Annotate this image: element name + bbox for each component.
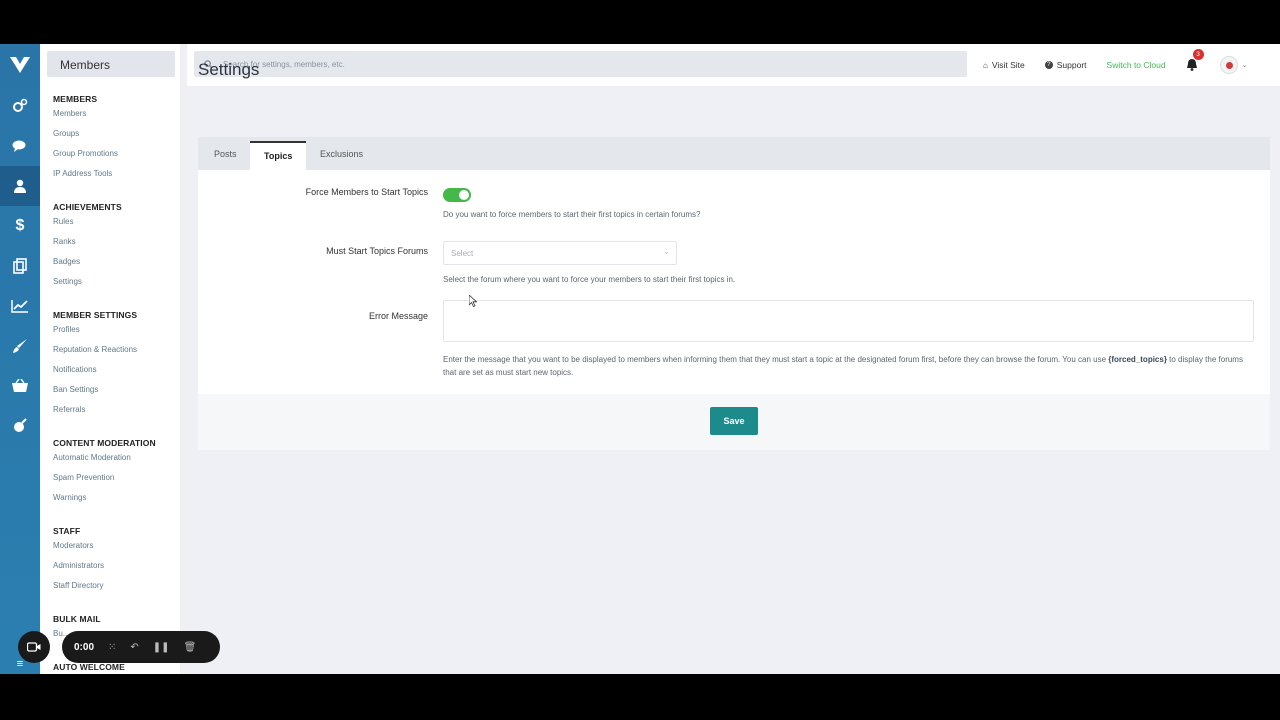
nav-section-title: CONTENT MODERATION bbox=[53, 438, 156, 448]
sidebar-item[interactable]: Ban Settings bbox=[53, 385, 183, 405]
dollar-icon[interactable]: $ bbox=[0, 206, 40, 246]
undo-icon[interactable]: ↶ bbox=[130, 642, 138, 653]
app-logo[interactable] bbox=[0, 44, 40, 86]
sidebar-item[interactable]: IP Address Tools bbox=[53, 169, 183, 189]
sidebar-item[interactable]: Moderators bbox=[53, 541, 183, 561]
top-bar: Search for settings, members, etc. ⌂ Vis… bbox=[187, 44, 1280, 86]
tab-exclusions[interactable]: Exclusions bbox=[306, 141, 377, 170]
forums-description: Select the forum where you want to force… bbox=[443, 275, 736, 284]
cogs-icon[interactable] bbox=[0, 86, 40, 126]
sidebar-item[interactable]: Rules bbox=[53, 217, 183, 237]
nav-section: AUTO WELCOME bbox=[53, 662, 183, 672]
forums-select-placeholder: Select bbox=[451, 249, 474, 258]
save-button[interactable]: Save bbox=[710, 407, 758, 435]
shop-icon[interactable] bbox=[0, 366, 40, 406]
sidebar-item[interactable]: Staff Directory bbox=[53, 581, 183, 601]
nav-section-title: ACHIEVEMENTS bbox=[53, 202, 122, 212]
files-icon[interactable] bbox=[0, 246, 40, 286]
admin-window: $ ≡ Members MEMBERS Members Groups Group Pr… bbox=[0, 44, 1280, 674]
sidebar-item[interactable]: Administrators bbox=[53, 561, 183, 581]
chart-icon[interactable] bbox=[0, 286, 40, 326]
error-desc-text-1: Enter the message that you want to be di… bbox=[443, 355, 1109, 364]
question-icon: ? bbox=[1044, 61, 1053, 69]
sidebar-item[interactable]: Referrals bbox=[53, 405, 183, 425]
nav-section-title: STAFF bbox=[53, 526, 81, 536]
nav-section-title: AUTO WELCOME bbox=[53, 662, 125, 672]
nav-section: CONTENT MODERATION Automatic Moderation Sp… bbox=[53, 438, 183, 513]
force-topics-description: Do you want to force members to start th… bbox=[443, 210, 701, 219]
error-message-field[interactable] bbox=[443, 300, 1254, 342]
sidebar-item[interactable]: Members bbox=[53, 109, 183, 129]
screen-recorder: 0:00 ⁙ ↶ ❚❚ 🗑 bbox=[18, 631, 220, 663]
nav-section-title: BULK MAIL bbox=[53, 614, 101, 624]
visit-site-link[interactable]: ⌂ Visit Site bbox=[983, 60, 1025, 70]
sidebar-item[interactable]: Reputation & Reactions bbox=[53, 345, 183, 365]
error-message-description: Enter the message that you want to be di… bbox=[443, 353, 1253, 379]
sidebar-item[interactable]: Ranks bbox=[53, 237, 183, 257]
visit-site-label: Visit Site bbox=[991, 60, 1025, 70]
chevron-down-icon: ⌄ bbox=[663, 247, 670, 256]
area-title: Members bbox=[47, 51, 175, 77]
switch-to-cloud-label: Switch to Cloud bbox=[1106, 60, 1166, 70]
nav-section: MEMBER SETTINGS Profiles Reputation & Reac… bbox=[53, 310, 183, 425]
tab-topics[interactable]: Topics bbox=[250, 141, 307, 170]
sidebar-scrollbar[interactable] bbox=[180, 44, 186, 674]
force-topics-label: Force Members to Start Topics bbox=[305, 187, 428, 197]
home-icon: ⌂ bbox=[983, 60, 988, 70]
nav-section: ACHIEVEMENTS Rules Ranks Badges Settings bbox=[53, 202, 183, 297]
sub-navigation: Members MEMBERS Members Groups Group Promot… bbox=[40, 44, 186, 674]
sidebar-item[interactable]: Notifications bbox=[53, 365, 183, 385]
nav-section: MEMBERS Members Groups Group Promotions IP A… bbox=[53, 94, 183, 189]
user-icon[interactable] bbox=[0, 166, 40, 206]
recorder-controls: 0:00 ⁙ ↶ ❚❚ 🗑 bbox=[62, 631, 220, 663]
icon-rail: $ ≡ bbox=[0, 44, 40, 674]
avatar[interactable] bbox=[1219, 56, 1238, 74]
tab-bar: Posts Topics Exclusions bbox=[198, 137, 1270, 170]
sidebar-item[interactable]: Profiles bbox=[53, 325, 183, 345]
top-links: ⌂ Visit Site ? Support Switch to Cloud 3… bbox=[983, 44, 1247, 86]
support-label: Support bbox=[1056, 60, 1087, 70]
notifications-button[interactable]: 3 bbox=[1186, 48, 1204, 73]
sidebar-item[interactable]: Groups bbox=[53, 129, 183, 149]
sidebar-item[interactable]: Spam Prevention bbox=[53, 473, 183, 493]
brush-icon[interactable] bbox=[0, 326, 40, 366]
nav-section-title: MEMBER SETTINGS bbox=[53, 310, 138, 320]
rocket-icon[interactable] bbox=[0, 406, 40, 446]
force-topics-toggle[interactable] bbox=[443, 188, 471, 202]
forums-label: Must Start Topics Forums bbox=[326, 246, 428, 256]
nav-sections: MEMBERS Members Groups Group Promotions IP A… bbox=[53, 94, 183, 674]
grid-icon[interactable]: ⁙ bbox=[108, 642, 116, 653]
pause-icon[interactable]: ❚❚ bbox=[153, 642, 170, 653]
sidebar-item[interactable]: Settings bbox=[53, 277, 183, 297]
notification-badge: 3 bbox=[1192, 48, 1204, 60]
comments-icon[interactable] bbox=[0, 126, 40, 166]
trash-icon[interactable]: 🗑 bbox=[184, 642, 197, 653]
search-input[interactable]: Search for settings, members, etc. bbox=[194, 51, 967, 77]
chevron-down-icon[interactable]: ⌄ bbox=[1242, 61, 1248, 69]
page-title: Settings bbox=[198, 60, 260, 79]
sidebar-item[interactable]: Automatic Moderation bbox=[53, 453, 183, 473]
sidebar-item[interactable]: Badges bbox=[53, 257, 183, 277]
recorder-time: 0:00 bbox=[74, 641, 95, 653]
nav-section: STAFF Moderators Administrators Staff Direc… bbox=[53, 526, 183, 601]
nav-section-title: MEMBERS bbox=[53, 94, 98, 104]
tab-posts[interactable]: Posts bbox=[200, 141, 251, 170]
support-link[interactable]: ? Support bbox=[1044, 60, 1087, 70]
switch-to-cloud-link[interactable]: Switch to Cloud bbox=[1107, 60, 1166, 70]
sidebar-item[interactable]: Group Promotions bbox=[53, 149, 183, 169]
error-desc-code: {forced_topics} bbox=[1108, 355, 1167, 364]
forums-select[interactable]: Select ⌄ bbox=[443, 241, 677, 265]
error-message-label: Error Message bbox=[368, 311, 428, 321]
camera-icon[interactable] bbox=[18, 631, 50, 663]
mouse-cursor-icon bbox=[468, 294, 478, 309]
sidebar-item[interactable]: Warnings bbox=[53, 493, 183, 513]
